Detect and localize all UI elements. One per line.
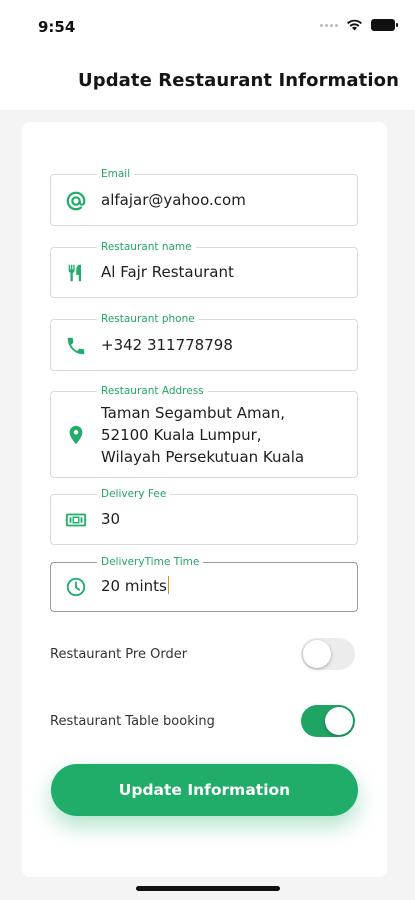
restaurant-name-value: Al Fajr Restaurant [101,263,234,281]
table-booking-toggle[interactable] [301,705,355,737]
location-pin-icon [64,423,88,447]
at-icon [64,189,88,213]
table-booking-row: Restaurant Table booking [50,703,355,739]
restaurant-address-label: Restaurant Address [97,384,208,398]
delivery-time-value: 20 mints [101,577,167,595]
signal-icon [320,23,338,27]
utensils-icon [64,261,88,285]
restaurant-name-field[interactable]: Restaurant name Al Fajr Restaurant [50,240,358,298]
battery-icon [371,19,398,31]
delivery-time-label: DeliveryTime Time [97,555,204,569]
restaurant-phone-field[interactable]: Restaurant phone +342 311778798 [50,312,358,371]
update-information-label: Update Information [118,781,291,799]
delivery-fee-field[interactable]: Delivery Fee 30 [50,487,358,545]
money-icon [64,508,88,532]
table-booking-label: Restaurant Table booking [50,713,215,729]
email-field[interactable]: Email alfajar@yahoo.com [50,167,358,226]
toggle-knob [325,707,353,735]
delivery-time-field[interactable]: DeliveryTime Time 20 mints [50,555,358,612]
text-caret [167,576,169,594]
update-information-button[interactable]: Update Information [51,764,358,816]
status-time: 9:54 [38,18,76,36]
pre-order-toggle[interactable] [301,638,355,670]
phone-icon [64,334,88,358]
clock-icon [64,575,88,599]
email-label: Email [97,167,135,181]
toggle-knob [303,640,331,668]
restaurant-address-field[interactable]: Restaurant Address Taman Segambut Aman, … [50,384,358,478]
status-icons [320,19,398,31]
restaurant-phone-label: Restaurant phone [97,312,199,326]
delivery-time-value-wrap: 20 mints [101,575,345,597]
pre-order-row: Restaurant Pre Order [50,636,355,672]
delivery-fee-value: 30 [101,510,121,528]
wifi-icon [347,19,362,31]
restaurant-address-value: Taman Segambut Aman, 52100 Kuala Lumpur,… [101,404,305,466]
status-bar: 9:54 [0,0,415,56]
restaurant-phone-value: +342 311778798 [101,336,233,354]
page-title: Update Restaurant Information [78,70,400,91]
home-indicator[interactable] [136,886,280,891]
pre-order-label: Restaurant Pre Order [50,646,188,662]
email-value: alfajar@yahoo.com [101,191,246,209]
restaurant-name-label: Restaurant name [97,240,196,254]
delivery-fee-label: Delivery Fee [97,487,171,501]
app-header: Update Restaurant Information [0,56,415,110]
